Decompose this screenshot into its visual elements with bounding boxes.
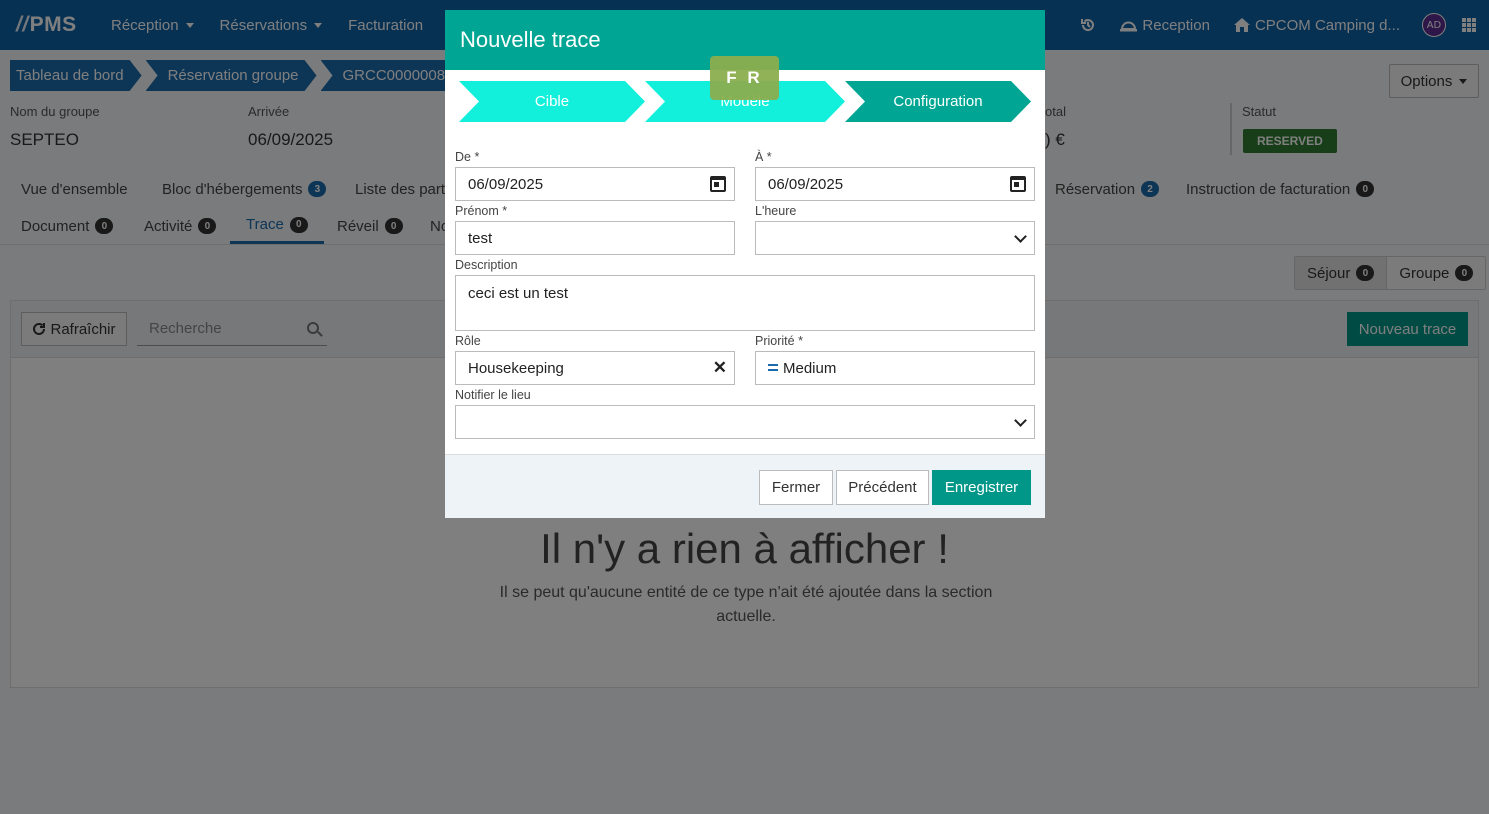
step-configuration[interactable]: Configuration — [845, 81, 1031, 122]
to-date-input[interactable]: 06/09/2025 — [755, 167, 1035, 201]
calendar-icon[interactable] — [710, 176, 726, 192]
priority-select[interactable]: Medium — [755, 351, 1035, 385]
priority-label: Priorité * — [755, 334, 803, 348]
notify-location-select[interactable] — [455, 405, 1035, 439]
from-date-input[interactable]: 06/09/2025 — [455, 167, 735, 201]
firstname-input[interactable]: test — [455, 221, 735, 255]
time-label: L'heure — [755, 204, 797, 218]
time-select[interactable] — [755, 221, 1035, 255]
description-textarea[interactable]: ceci est un test — [455, 275, 1035, 331]
clear-icon[interactable]: ✕ — [713, 358, 727, 378]
close-button[interactable]: Fermer — [759, 470, 833, 505]
priority-medium-icon — [768, 363, 778, 371]
previous-button[interactable]: Précédent — [836, 470, 929, 505]
chevron-down-icon — [1014, 230, 1027, 243]
role-select[interactable]: Housekeeping ✕ — [455, 351, 735, 385]
firstname-label: Prénom * — [455, 204, 508, 218]
modal-footer: Fermer Précédent Enregistrer — [445, 454, 1045, 518]
language-badge[interactable]: F R — [710, 56, 779, 100]
chevron-down-icon — [1014, 414, 1027, 427]
new-trace-modal: Nouvelle trace Cible Modèle Configuratio… — [445, 10, 1045, 518]
step-cible[interactable]: Cible — [459, 81, 645, 122]
description-label: Description — [455, 258, 518, 272]
to-label: À * — [755, 150, 772, 164]
calendar-icon[interactable] — [1010, 176, 1026, 192]
role-label: Rôle — [455, 334, 481, 348]
from-label: De * — [455, 150, 480, 164]
notify-label: Notifier le lieu — [455, 388, 531, 402]
save-button[interactable]: Enregistrer — [932, 470, 1031, 505]
